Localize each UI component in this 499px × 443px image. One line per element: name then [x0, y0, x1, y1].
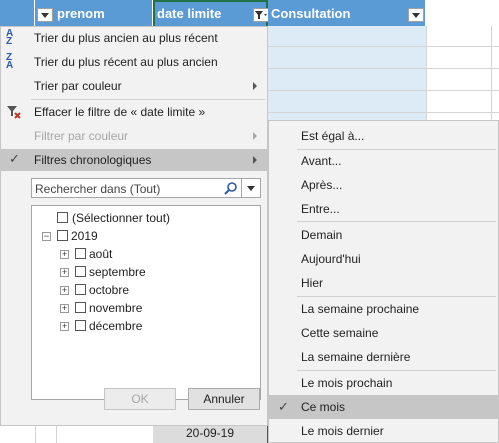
header-consultation-label: Consultation: [271, 6, 351, 21]
prenom-dropdown-button[interactable]: [37, 8, 53, 22]
value-tree: (Sélectionner tout) − 2019 + août + sept…: [31, 205, 261, 400]
next-week-label: La semaine prochaine: [301, 302, 420, 316]
menu-item-filter-by-color: Filtrer par couleur: [1, 125, 267, 147]
menu-item-sort-by-color[interactable]: Trier par couleur: [1, 75, 267, 97]
header-date-limite-label: date limite: [157, 6, 222, 21]
expand-icon[interactable]: +: [60, 286, 69, 295]
column-line: [491, 26, 492, 120]
row-line: [268, 68, 499, 69]
header-cell-blank: [426, 0, 499, 26]
checkmark-icon: ✓: [278, 399, 289, 414]
month-label: octobre: [89, 283, 130, 297]
submenu-item-next-week[interactable]: La semaine prochaine: [269, 297, 498, 321]
menu-item-clear-filter[interactable]: Effacer le filtre de « date limite »: [1, 101, 267, 123]
expand-icon[interactable]: +: [60, 304, 69, 313]
sort-ascending-label: Trier du plus ancien au plus récent: [34, 31, 218, 45]
filter-by-color-label: Filtrer par couleur: [34, 129, 129, 143]
after-label: Après...: [301, 178, 343, 192]
header-prenom-label: prenom: [57, 6, 105, 21]
date-filters-label: Filtres chronologiques: [34, 153, 152, 167]
filter-dropdown-menu: AZ Trier du plus ancien au plus récent Z…: [0, 26, 268, 426]
search-box[interactable]: Rechercher dans (Tout): [31, 178, 261, 198]
checkbox[interactable]: [57, 212, 68, 223]
filter-icon: [255, 11, 267, 19]
menu-separator: [297, 221, 496, 222]
next-month-label: Le mois prochain: [301, 376, 393, 390]
date-filters-submenu: Est égal à... Avant... Après... Entre...…: [268, 120, 499, 443]
select-all-label: (Sélectionner tout): [72, 211, 171, 225]
clear-filter-label: Effacer le filtre de « date limite »: [34, 105, 206, 119]
this-month-label: Ce mois: [301, 400, 346, 414]
ok-button[interactable]: OK: [104, 388, 176, 410]
header-prenom[interactable]: prenom: [35, 0, 153, 26]
checkbox[interactable]: [75, 248, 86, 259]
submenu-item-today[interactable]: Aujourd'hui: [269, 247, 498, 271]
menu-item-sort-ascending[interactable]: AZ Trier du plus ancien au plus récent: [1, 27, 267, 49]
cancel-button[interactable]: Annuler: [188, 388, 260, 410]
search-input[interactable]: Rechercher dans (Tout): [35, 182, 160, 196]
month-label: novembre: [89, 301, 143, 315]
submenu-item-between[interactable]: Entre...: [269, 197, 498, 221]
header-cell-empty: [0, 0, 35, 26]
yesterday-label: Hier: [301, 276, 324, 290]
checkbox[interactable]: [75, 320, 86, 331]
last-week-label: La semaine dernière: [301, 350, 411, 364]
month-label: septembre: [89, 265, 146, 279]
date-limite-filter-button[interactable]: [253, 8, 269, 22]
sort-az-icon: AZ: [6, 28, 14, 47]
submenu-item-last-week[interactable]: La semaine dernière: [269, 345, 498, 369]
chevron-down-icon[interactable]: [241, 179, 260, 197]
before-label: Avant...: [301, 154, 342, 168]
today-label: Aujourd'hui: [301, 252, 361, 266]
expand-icon[interactable]: +: [60, 268, 69, 277]
checkbox[interactable]: [75, 266, 86, 277]
between-label: Entre...: [301, 202, 340, 216]
consultation-cells: [268, 26, 426, 120]
chevron-right-icon: [253, 132, 257, 140]
column-line: [426, 26, 427, 120]
date-limite-cell[interactable]: 20-09-19: [153, 424, 267, 443]
equals-label: Est égal à...: [301, 129, 365, 143]
submenu-item-before[interactable]: Avant...: [269, 149, 498, 173]
sort-descending-label: Trier du plus récent au plus ancien: [34, 55, 218, 69]
menu-item-sort-descending[interactable]: ZA Trier du plus récent au plus ancien: [1, 51, 267, 73]
submenu-item-this-month[interactable]: ✓ Ce mois: [269, 395, 498, 419]
submenu-item-last-month[interactable]: Le mois dernier: [269, 419, 498, 443]
column-line: [35, 426, 36, 443]
tomorrow-label: Demain: [301, 228, 343, 242]
submenu-item-tomorrow[interactable]: Demain: [269, 223, 498, 247]
menu-item-date-filters[interactable]: ✓ Filtres chronologiques: [1, 149, 267, 171]
row-line: [268, 90, 499, 91]
row-line: [268, 46, 499, 47]
row-line: [268, 112, 499, 113]
header-consultation[interactable]: Consultation: [268, 0, 426, 26]
expand-icon[interactable]: +: [60, 250, 69, 259]
submenu-item-equals[interactable]: Est égal à...: [269, 124, 498, 148]
sort-by-color-label: Trier par couleur: [34, 79, 122, 93]
submenu-item-after[interactable]: Après...: [269, 173, 498, 197]
checkbox[interactable]: [57, 230, 68, 241]
header-date-limite[interactable]: date limite: [153, 0, 269, 26]
column-line: [56, 426, 57, 443]
month-label: août: [89, 247, 113, 261]
checkbox[interactable]: [75, 284, 86, 295]
magnifier-icon: [224, 182, 237, 195]
expand-icon[interactable]: +: [60, 322, 69, 331]
chevron-right-icon: [253, 156, 257, 164]
last-month-label: Le mois dernier: [301, 424, 384, 438]
consultation-dropdown-button[interactable]: [408, 8, 424, 22]
chevron-right-icon: [253, 82, 257, 90]
submenu-item-next-month[interactable]: Le mois prochain: [269, 371, 498, 395]
sort-za-icon: ZA: [6, 52, 14, 71]
menu-separator: [31, 99, 265, 100]
collapse-icon[interactable]: −: [42, 232, 51, 241]
submenu-item-this-week[interactable]: Cette semaine: [269, 321, 498, 345]
checkmark-icon: ✓: [9, 151, 20, 166]
clear-filter-icon: [7, 106, 21, 119]
submenu-item-yesterday[interactable]: Hier: [269, 271, 498, 295]
year-label: 2019: [71, 229, 98, 243]
this-week-label: Cette semaine: [301, 326, 379, 340]
checkbox[interactable]: [75, 302, 86, 313]
month-label: décembre: [89, 319, 143, 333]
